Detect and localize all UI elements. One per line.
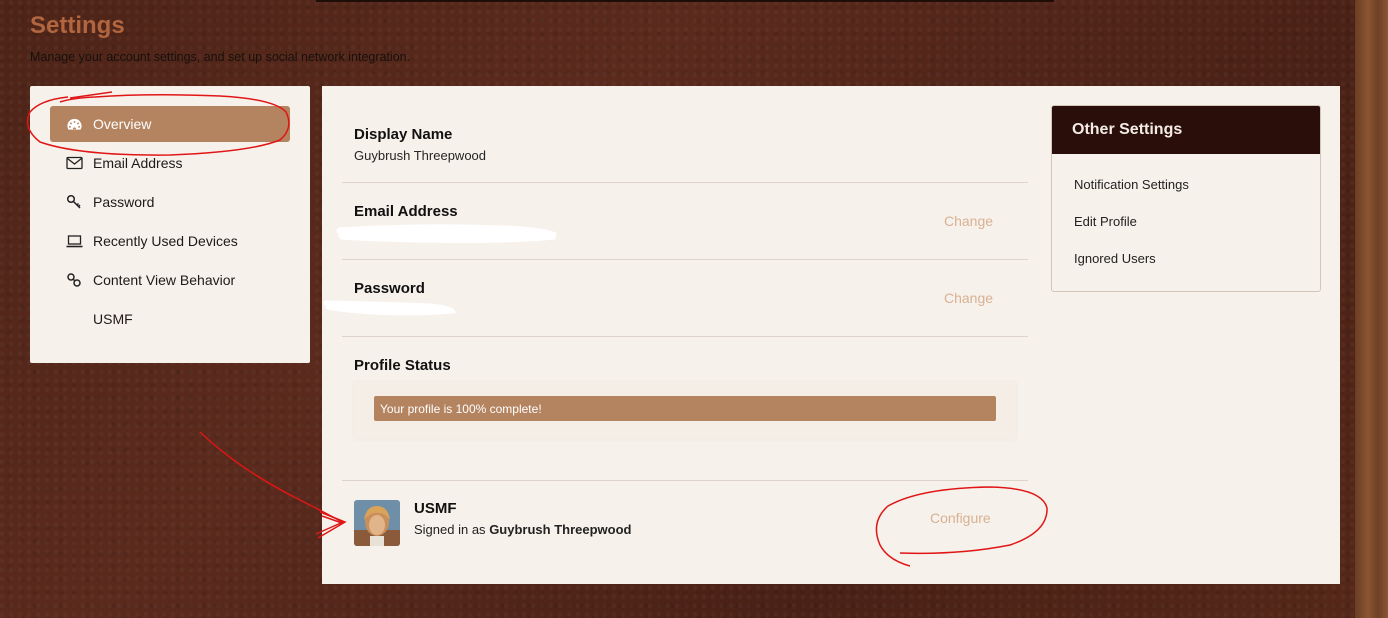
nav-label: Recently Used Devices: [93, 233, 238, 249]
nav-label: USMF: [93, 311, 133, 327]
profile-status-row: Profile Status: [354, 357, 1040, 374]
settings-nav: Overview Email Address Password Recently…: [30, 86, 310, 363]
nav-item-recently-used-devices[interactable]: Recently Used Devices: [50, 223, 290, 259]
signed-in-prefix: Signed in as: [414, 522, 486, 537]
divider: [342, 182, 1028, 183]
divider: [342, 336, 1028, 337]
usmf-signed-in: Signed in as Guybrush Threepwood: [414, 522, 631, 537]
wood-border: [1355, 0, 1388, 618]
profile-status-title: Profile Status: [354, 357, 451, 374]
display-name-row: Display Name Guybrush Threepwood: [354, 126, 1040, 163]
nav-item-password[interactable]: Password: [50, 184, 290, 220]
nav-label: Content View Behavior: [93, 272, 236, 288]
envelope-icon: [65, 154, 83, 172]
nav-label: Email Address: [93, 155, 183, 171]
other-settings-panel: Other Settings Notification Settings Edi…: [1051, 105, 1321, 292]
divider: [342, 480, 1028, 481]
password-row: Password: [354, 280, 1040, 297]
email-row: Email Address: [354, 203, 1040, 220]
change-email-link[interactable]: Change: [944, 213, 993, 229]
edit-profile-link[interactable]: Edit Profile: [1074, 214, 1137, 229]
avatar: [354, 500, 400, 546]
profile-progress-text: Your profile is 100% complete!: [380, 401, 542, 416]
nav-item-email-address[interactable]: Email Address: [50, 145, 290, 181]
notification-settings-link[interactable]: Notification Settings: [1074, 177, 1189, 192]
key-icon: [65, 193, 83, 211]
display-name-value: Guybrush Threepwood: [354, 148, 487, 163]
email-title: Email Address: [354, 203, 458, 220]
nav-item-usmf[interactable]: USMF: [50, 301, 290, 337]
page-title: Settings: [30, 12, 125, 39]
display-name-title: Display Name: [354, 126, 453, 143]
profile-status-box: Your profile is 100% complete!: [354, 382, 1016, 439]
configure-button[interactable]: Configure: [930, 510, 991, 526]
signed-in-user: Guybrush Threepwood: [489, 522, 632, 537]
other-settings-title: Other Settings: [1052, 106, 1320, 154]
top-strip: [316, 0, 1054, 2]
change-password-link[interactable]: Change: [944, 290, 993, 306]
page-subtitle: Manage your account settings, and set up…: [30, 50, 411, 64]
nav-item-overview[interactable]: Overview: [50, 106, 290, 142]
laptop-icon: [65, 232, 83, 250]
divider: [342, 259, 1028, 260]
dashboard-icon: [65, 115, 83, 133]
usmf-integration-row: USMF Signed in as Guybrush Threepwood Co…: [354, 500, 1040, 550]
nav-label: Password: [93, 194, 155, 210]
profile-progress-bar: Your profile is 100% complete!: [374, 396, 996, 421]
link-icon: [65, 271, 83, 289]
usmf-title: USMF: [414, 500, 457, 517]
nav-label: Overview: [93, 116, 152, 132]
password-title: Password: [354, 280, 425, 297]
main-settings-card: Display Name Guybrush Threepwood Email A…: [322, 86, 1340, 584]
nav-item-content-view-behavior[interactable]: Content View Behavior: [50, 262, 290, 298]
ignored-users-link[interactable]: Ignored Users: [1074, 251, 1156, 266]
